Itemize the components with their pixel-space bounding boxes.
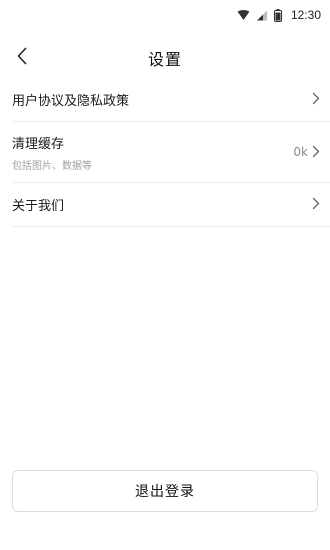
chevron-right-icon: [312, 195, 320, 214]
header: 设置: [0, 40, 330, 76]
battery-icon: [273, 8, 282, 22]
settings-item-clear-cache[interactable]: 清理缓存 包括图片、数据等 0k: [12, 122, 330, 183]
chevron-right-icon: [312, 90, 320, 109]
status-time: 12:30: [290, 8, 321, 22]
wifi-icon: [237, 9, 250, 21]
settings-item-label: 关于我们: [12, 199, 65, 214]
cache-size-value: 0k: [293, 145, 308, 159]
status-bar: 12:30: [0, 0, 330, 30]
page-title: 设置: [147, 50, 182, 69]
signal-icon: [256, 10, 268, 21]
back-button[interactable]: [8, 44, 36, 72]
settings-item-label: 用户协议及隐私政策: [12, 94, 130, 109]
settings-item-user-agreement[interactable]: 用户协议及隐私政策: [12, 78, 330, 122]
chevron-right-icon: [312, 143, 320, 162]
logout-button[interactable]: 退出登录: [12, 470, 318, 512]
settings-item-label: 清理缓存: [12, 136, 65, 152]
settings-list: 用户协议及隐私政策 清理缓存 包括图片、数据等 0k 关于我们: [12, 78, 330, 227]
settings-item-sublabel: 包括图片、数据等: [12, 160, 92, 172]
settings-item-about-us[interactable]: 关于我们: [12, 183, 330, 227]
chevron-left-icon: [16, 47, 28, 69]
